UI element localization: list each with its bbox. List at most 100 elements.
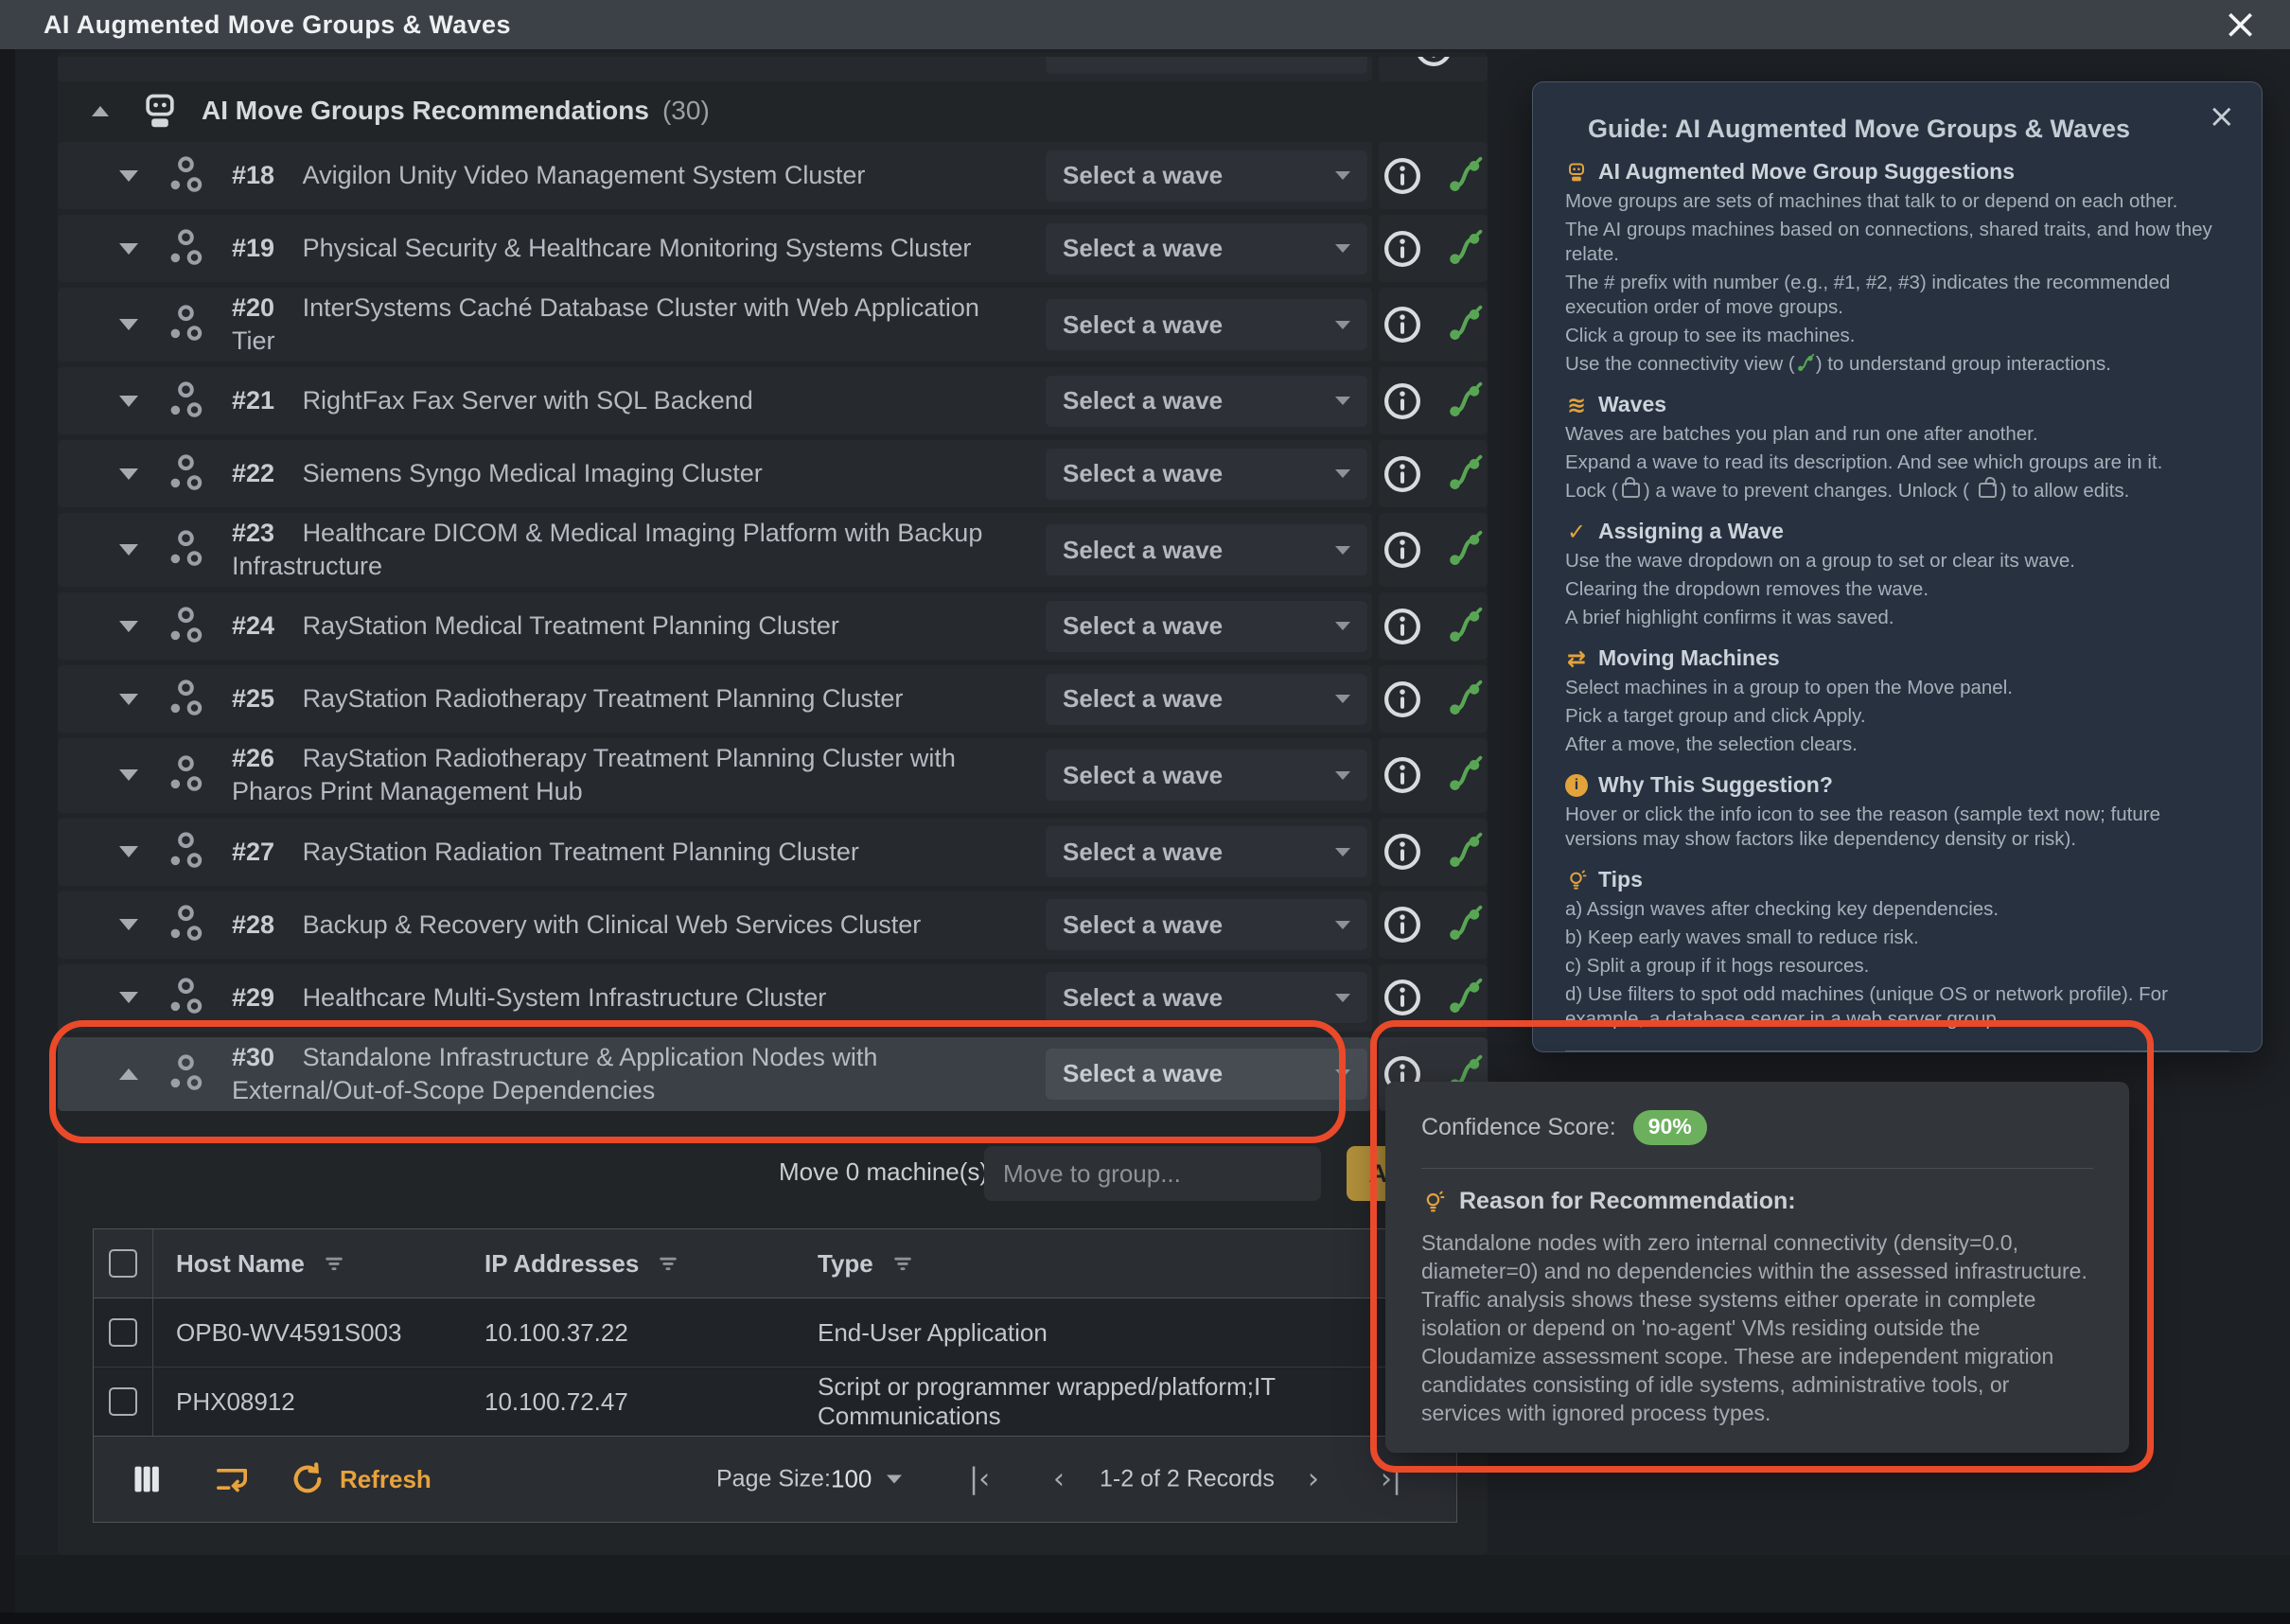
info-icon[interactable] bbox=[1382, 228, 1423, 270]
wave-select-dropdown[interactable]: Select a wave bbox=[1046, 1049, 1367, 1100]
info-icon[interactable] bbox=[1382, 754, 1423, 796]
move-group-icon bbox=[166, 452, 209, 496]
wave-select-dropdown[interactable]: Select a wave bbox=[1046, 674, 1367, 725]
collapse-caret-icon[interactable] bbox=[92, 106, 109, 116]
expand-caret-icon[interactable] bbox=[118, 396, 139, 407]
connectivity-icon[interactable] bbox=[1444, 380, 1486, 422]
move-group-icon bbox=[166, 678, 209, 721]
connectivity-icon[interactable] bbox=[1444, 304, 1486, 345]
select-all-checkbox[interactable] bbox=[109, 1249, 137, 1278]
info-icon[interactable] bbox=[1382, 977, 1423, 1018]
expand-caret-icon[interactable] bbox=[118, 846, 139, 857]
move-group-row[interactable]: #20 InterSystems Caché Database Cluster … bbox=[58, 288, 1488, 362]
move-group-row[interactable]: #27 RayStation Radiation Treatment Plann… bbox=[58, 819, 1488, 886]
info-icon[interactable] bbox=[1382, 606, 1423, 647]
wave-select-dropdown[interactable]: Select a wave bbox=[1046, 223, 1367, 274]
expand-caret-icon[interactable] bbox=[118, 992, 139, 1003]
connectivity-icon[interactable] bbox=[1444, 529, 1486, 571]
expand-caret-icon[interactable] bbox=[118, 170, 139, 182]
guide-line: a) Assign waves after checking key depen… bbox=[1565, 897, 2229, 922]
wave-select-dropdown[interactable]: Select a wave bbox=[1046, 299, 1367, 350]
move-group-row[interactable]: #21 RightFax Fax Server with SQL Backend… bbox=[58, 367, 1488, 434]
move-group-row[interactable]: #29 Healthcare Multi-System Infrastructu… bbox=[58, 964, 1488, 1032]
wave-select-dropdown[interactable]: Select a wave bbox=[1046, 376, 1367, 427]
modal-close-icon[interactable]: × bbox=[2223, 6, 2258, 44]
connectivity-icon[interactable] bbox=[1444, 831, 1486, 873]
expand-caret-icon[interactable] bbox=[118, 243, 139, 255]
info-icon[interactable] bbox=[1382, 304, 1423, 345]
move-group-number: #26 bbox=[232, 744, 274, 772]
robot-icon bbox=[139, 90, 181, 132]
wave-select-dropdown[interactable]: Select a wave bbox=[1046, 524, 1367, 575]
expand-caret-icon[interactable] bbox=[118, 919, 139, 930]
move-group-row[interactable]: #19 Physical Security & Healthcare Monit… bbox=[58, 215, 1488, 282]
move-group-row[interactable]: #25 RayStation Radiotherapy Treatment Pl… bbox=[58, 665, 1488, 733]
move-group-row[interactable]: #18 Avigilon Unity Video Management Syst… bbox=[58, 142, 1488, 209]
type-cell: End-User Application bbox=[818, 1318, 1048, 1348]
info-icon[interactable] bbox=[1382, 679, 1423, 720]
wave-select-dropdown[interactable]: Select a wave bbox=[1046, 899, 1367, 950]
page-size-dropdown[interactable]: 100 bbox=[831, 1465, 902, 1494]
connectivity-icon[interactable] bbox=[1444, 453, 1486, 495]
move-group-row[interactable]: #22 Siemens Syngo Medical Imaging Cluste… bbox=[58, 440, 1488, 507]
move-groups-list: AI Move Groups Recommendations (30) #18 … bbox=[58, 57, 1488, 1117]
expand-caret-icon[interactable] bbox=[118, 468, 139, 480]
columns-icon[interactable] bbox=[128, 1460, 166, 1498]
move-group-row[interactable]: #28 Backup & Recovery with Clinical Web … bbox=[58, 891, 1488, 959]
dropdown-caret-icon bbox=[1335, 397, 1350, 405]
expand-caret-icon[interactable] bbox=[118, 769, 139, 781]
info-icon[interactable] bbox=[1382, 155, 1423, 197]
expand-caret-icon[interactable] bbox=[118, 319, 139, 330]
connectivity-icon[interactable] bbox=[1444, 228, 1486, 270]
expand-caret-icon[interactable] bbox=[118, 621, 139, 632]
wave-select-dropdown[interactable]: Select a wave bbox=[1046, 826, 1367, 877]
modal-bottom-edge bbox=[15, 1555, 2290, 1613]
row-checkbox[interactable] bbox=[109, 1318, 137, 1347]
move-group-icon bbox=[166, 1052, 209, 1096]
previous-page-icon[interactable]: ‹ bbox=[1053, 1463, 1065, 1496]
table-row[interactable]: OPB0-WV4591S003 10.100.37.22 End-User Ap… bbox=[94, 1298, 1456, 1368]
wave-select-dropdown[interactable]: Select a wave bbox=[1046, 972, 1367, 1023]
wave-select-dropdown[interactable]: Select a wave bbox=[1046, 449, 1367, 500]
move-group-number: #20 bbox=[232, 293, 274, 322]
next-page-icon[interactable]: › bbox=[1308, 1463, 1319, 1496]
refresh-button[interactable]: Refresh bbox=[289, 1460, 432, 1498]
move-group-row[interactable]: #30 Standalone Infrastructure & Applicat… bbox=[58, 1037, 1488, 1111]
recommendations-header[interactable]: AI Move Groups Recommendations (30) bbox=[58, 89, 1488, 132]
info-icon[interactable] bbox=[1382, 529, 1423, 571]
last-page-icon[interactable]: ›| bbox=[1381, 1463, 1401, 1496]
guide-line: Pick a target group and click Apply. bbox=[1565, 704, 2229, 729]
move-group-row[interactable]: #26 RayStation Radiotherapy Treatment Pl… bbox=[58, 738, 1488, 812]
expand-caret-icon[interactable] bbox=[118, 544, 139, 556]
connectivity-icon[interactable] bbox=[1444, 606, 1486, 647]
expand-caret-icon[interactable] bbox=[118, 1068, 139, 1080]
connectivity-icon[interactable] bbox=[1444, 904, 1486, 945]
info-icon[interactable] bbox=[1382, 831, 1423, 873]
wave-select-dropdown[interactable]: Select a wave bbox=[1046, 150, 1367, 202]
filter-icon[interactable] bbox=[654, 1249, 682, 1278]
column-ip-addresses: IP Addresses bbox=[484, 1249, 639, 1279]
first-page-icon[interactable]: |‹ bbox=[969, 1463, 990, 1496]
connectivity-icon[interactable] bbox=[1444, 977, 1486, 1018]
connectivity-icon[interactable] bbox=[1444, 754, 1486, 796]
filter-icon[interactable] bbox=[889, 1249, 917, 1278]
wave-select-dropdown[interactable]: Select a wave bbox=[1046, 601, 1367, 652]
info-icon[interactable] bbox=[1382, 380, 1423, 422]
guide-close-icon[interactable]: × bbox=[2209, 97, 2236, 135]
connectivity-icon[interactable] bbox=[1444, 679, 1486, 720]
filter-icon[interactable] bbox=[320, 1249, 348, 1278]
row-checkbox[interactable] bbox=[109, 1387, 137, 1416]
info-icon[interactable] bbox=[1382, 904, 1423, 945]
wave-select-dropdown[interactable]: Select a wave bbox=[1046, 750, 1367, 801]
table-row[interactable]: PHX08912 10.100.72.47 Script or programm… bbox=[94, 1368, 1456, 1437]
connectivity-icon[interactable] bbox=[1444, 155, 1486, 197]
move-to-group-input[interactable] bbox=[984, 1146, 1321, 1201]
move-group-row[interactable]: #23 Healthcare DICOM & Medical Imaging P… bbox=[58, 513, 1488, 587]
move-group-number: #28 bbox=[232, 910, 274, 939]
wrap-text-icon[interactable] bbox=[213, 1460, 251, 1498]
info-icon[interactable] bbox=[1382, 453, 1423, 495]
move-group-row[interactable]: #24 RayStation Medical Treatment Plannin… bbox=[58, 592, 1488, 660]
expand-caret-icon[interactable] bbox=[118, 694, 139, 705]
move-group-label: #22 Siemens Syngo Medical Imaging Cluste… bbox=[232, 457, 1046, 490]
move-group-number: #19 bbox=[232, 234, 274, 262]
